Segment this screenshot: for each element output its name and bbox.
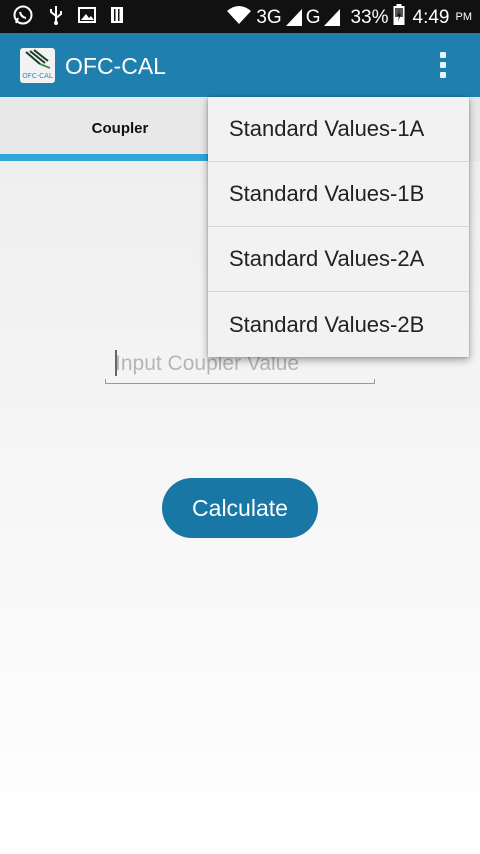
app-logo-icon: OFC-CAL bbox=[20, 48, 55, 83]
input-underline bbox=[105, 379, 375, 384]
gallery-icon bbox=[78, 6, 96, 29]
overflow-dropdown-menu: Standard Values-1A Standard Values-1B St… bbox=[208, 97, 469, 357]
calculate-button[interactable]: Calculate bbox=[162, 478, 318, 538]
app-title: OFC-CAL bbox=[65, 53, 166, 79]
battery-icon bbox=[393, 3, 405, 31]
signal-icon bbox=[285, 8, 302, 26]
overflow-dot-icon bbox=[440, 62, 446, 68]
overflow-dot-icon bbox=[440, 72, 446, 78]
menu-item-standard-values-2b[interactable]: Standard Values-2B bbox=[208, 292, 469, 357]
menu-item-standard-values-2a[interactable]: Standard Values-2A bbox=[208, 227, 469, 292]
text-cursor bbox=[115, 350, 117, 376]
battery-percent: 33% bbox=[350, 6, 389, 28]
app-logo-text: OFC-CAL bbox=[22, 72, 53, 80]
menu-item-standard-values-1b[interactable]: Standard Values-1B bbox=[208, 162, 469, 227]
clock: 4:49 bbox=[412, 6, 450, 28]
overflow-menu-button[interactable] bbox=[432, 47, 454, 83]
tab-indicator bbox=[0, 154, 240, 161]
tab-label: Coupler bbox=[91, 119, 149, 137]
sim-icon bbox=[110, 6, 124, 29]
whatsapp-icon bbox=[12, 4, 34, 31]
tab-coupler[interactable]: Coupler bbox=[0, 97, 240, 161]
usb-icon bbox=[48, 4, 64, 31]
network-g-label: G bbox=[305, 6, 321, 28]
wifi-icon bbox=[226, 5, 252, 30]
menu-item-standard-values-1a[interactable]: Standard Values-1A bbox=[208, 97, 469, 162]
overflow-dot-icon bbox=[440, 52, 446, 58]
network-3g-label: 3G bbox=[256, 6, 282, 28]
status-bar-notifications bbox=[12, 4, 124, 31]
status-bar: 3G G 33% 4:49 PM bbox=[0, 0, 480, 33]
clock-ampm: PM bbox=[455, 11, 473, 23]
status-bar-system: 3G G 33% 4:49 PM bbox=[226, 3, 473, 31]
signal-icon bbox=[324, 8, 341, 26]
app-bar: OFC-CAL OFC-CAL bbox=[0, 33, 480, 97]
